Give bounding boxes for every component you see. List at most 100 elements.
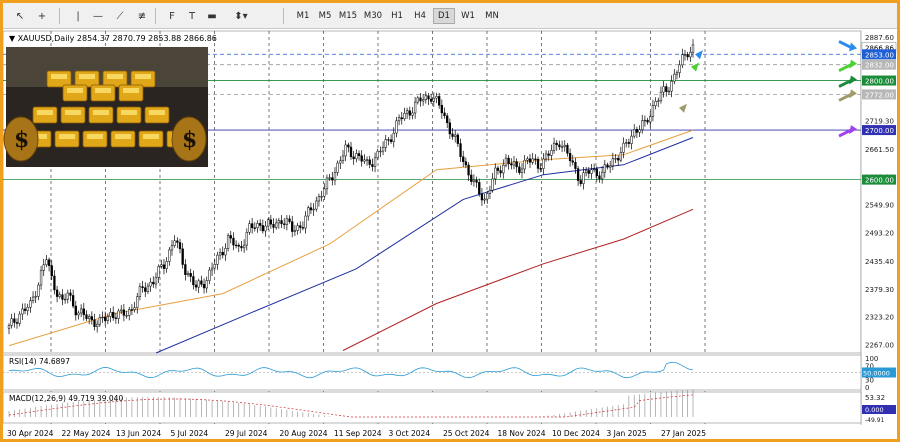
- candle-body: [328, 177, 331, 179]
- candle-body: [339, 160, 342, 164]
- candle-body: [221, 252, 224, 256]
- candle-body: [371, 164, 374, 167]
- crosshair-icon[interactable]: +: [33, 7, 51, 25]
- vertical-line-icon[interactable]: |: [69, 7, 87, 25]
- candle-body: [387, 139, 390, 141]
- gold-bar-shine: [37, 110, 53, 115]
- macd-level: -49.91: [865, 417, 885, 424]
- timeframe-m30-button[interactable]: M30: [361, 8, 385, 24]
- shape-rectangle-icon[interactable]: ▬: [203, 7, 221, 25]
- equidistant-channel-icon[interactable]: ≢: [133, 7, 151, 25]
- candle-body: [165, 261, 168, 269]
- gold-bar-shine: [115, 134, 131, 139]
- price-tick: 2267.00: [865, 342, 894, 350]
- fibonacci-icon[interactable]: F: [163, 7, 181, 25]
- candle-body: [333, 172, 337, 181]
- timeframe-d1-button[interactable]: D1: [433, 8, 455, 24]
- text-label-icon[interactable]: T: [183, 7, 201, 25]
- candle-body: [248, 223, 251, 233]
- candle-body: [141, 286, 144, 288]
- arrows-dropdown-icon[interactable]: ⬍▾: [227, 7, 255, 25]
- candle-body: [654, 101, 657, 106]
- timeframe-m15-button[interactable]: M15: [337, 8, 359, 24]
- candle-body: [45, 259, 48, 266]
- candle-body: [507, 157, 510, 165]
- timeframe-mn-button[interactable]: MN: [481, 8, 503, 24]
- candle-body: [280, 220, 283, 225]
- candle-body: [571, 160, 574, 163]
- candle-body: [77, 312, 80, 316]
- candle-body: [638, 129, 641, 133]
- candle-body: [336, 162, 339, 173]
- candle-body: [288, 218, 291, 222]
- candle-body: [125, 315, 128, 317]
- candle-body: [309, 207, 313, 211]
- candle-body: [499, 170, 502, 174]
- candle-body: [536, 158, 540, 169]
- candle-body: [649, 116, 652, 123]
- candle-body: [598, 175, 601, 180]
- candle-body: [478, 182, 481, 195]
- timeframe-h4-button[interactable]: H4: [409, 8, 431, 24]
- candle-body: [641, 120, 644, 131]
- candle-body: [237, 244, 240, 247]
- candle-body: [427, 95, 430, 100]
- candle-body: [162, 264, 166, 269]
- timeframe-w1-button[interactable]: W1: [457, 8, 479, 24]
- candle-body: [117, 310, 120, 319]
- candle-body: [82, 308, 85, 315]
- candle-body: [635, 129, 639, 133]
- candle-body: [85, 314, 88, 319]
- candle-body: [42, 264, 45, 271]
- macd-level: 0.000: [865, 406, 884, 414]
- candle-body: [379, 150, 382, 153]
- candle-body: [154, 277, 158, 285]
- candle-body: [315, 200, 318, 210]
- candle-body: [307, 207, 310, 217]
- candle-body: [347, 144, 350, 148]
- price-label: 2600.00: [865, 177, 894, 185]
- price-chart[interactable]: ▼ XAUUSD,Daily 2854.37 2870.79 2853.88 2…: [3, 29, 897, 439]
- candle-body: [555, 142, 558, 146]
- candle-body: [88, 316, 91, 319]
- candle-body: [101, 316, 104, 319]
- cursor-icon[interactable]: ↖: [11, 7, 29, 25]
- trendline-icon[interactable]: ⟋: [111, 7, 129, 25]
- candle-body: [416, 97, 419, 103]
- timeframe-h1-button[interactable]: H1: [387, 8, 407, 24]
- candle-body: [627, 142, 631, 144]
- candle-body: [534, 158, 537, 160]
- candle-body: [504, 157, 508, 166]
- candle-body: [149, 281, 152, 287]
- candle-body: [61, 294, 64, 300]
- candle-body: [90, 316, 93, 321]
- candle-body: [352, 156, 355, 160]
- candle-body: [491, 178, 494, 191]
- candle-body: [269, 219, 272, 225]
- candle-body: [37, 284, 40, 297]
- candle-body: [558, 144, 561, 148]
- candle-body: [114, 317, 118, 319]
- candle-body: [152, 281, 155, 285]
- candle-body: [168, 249, 171, 262]
- candle-body: [301, 227, 305, 229]
- candle-body: [625, 142, 628, 144]
- candle-body: [365, 159, 369, 161]
- gold-bar-shine: [59, 134, 75, 139]
- candle-body: [120, 309, 123, 312]
- candle-body: [55, 289, 59, 297]
- candle-body: [186, 273, 190, 275]
- candle-body: [584, 170, 588, 174]
- timeframe-m1-button[interactable]: M1: [293, 8, 313, 24]
- candle-body: [98, 317, 101, 325]
- toolbar-separator: [283, 8, 284, 24]
- candle-body: [595, 168, 598, 176]
- timeframe-m5-button[interactable]: M5: [315, 8, 335, 24]
- candle-body: [446, 115, 449, 124]
- horizontal-line-icon[interactable]: —: [89, 7, 107, 25]
- candle-body: [576, 168, 580, 181]
- candle-body: [341, 155, 345, 162]
- candle-body: [317, 196, 321, 202]
- candle-body: [66, 292, 69, 300]
- macd-label: MACD(12,26,9) 49.719 39.040: [9, 394, 123, 403]
